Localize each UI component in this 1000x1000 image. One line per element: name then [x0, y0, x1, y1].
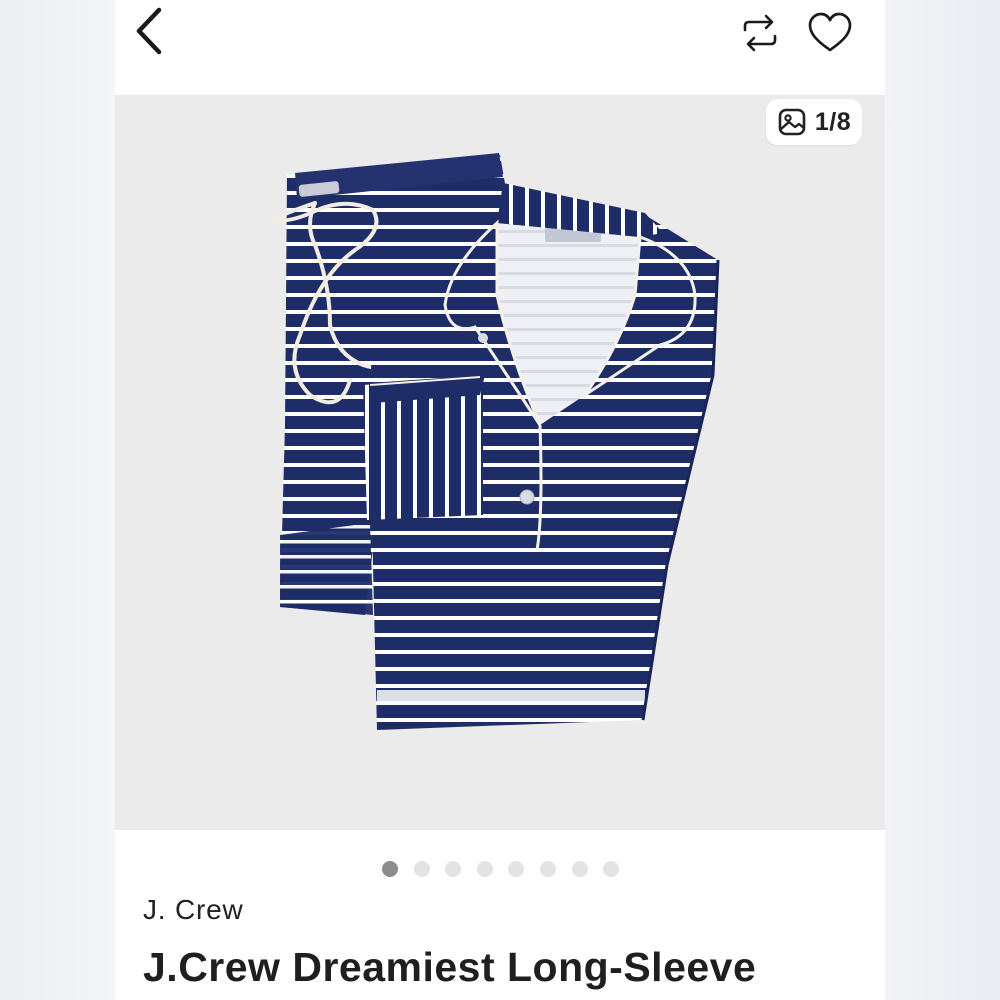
- pagination-dot-5[interactable]: [508, 861, 525, 877]
- heart-icon: [808, 12, 852, 52]
- image-counter-text: 1/8: [814, 107, 852, 136]
- product-gallery[interactable]: 1/8: [115, 95, 885, 830]
- pagination-dot-4[interactable]: [476, 861, 493, 877]
- share-repost-icon: [743, 14, 777, 52]
- like-button[interactable]: [805, 10, 855, 56]
- pagination-dot-8[interactable]: [603, 861, 620, 877]
- brand-link[interactable]: J. Crew: [143, 894, 244, 926]
- app-screen: 1/8 J. Crew J.Crew Dreamiest Long-Sleeve: [0, 0, 1000, 1000]
- product-photo[interactable]: [115, 95, 885, 830]
- pagination-dot-6[interactable]: [539, 861, 556, 877]
- pagination-dot-7[interactable]: [571, 861, 588, 877]
- pagination-dot-2[interactable]: [413, 861, 430, 877]
- image-counter[interactable]: 1/8: [766, 99, 862, 145]
- listing-title: J.Crew Dreamiest Long-Sleeve: [143, 944, 757, 990]
- top-navigation-bar: [115, 0, 885, 95]
- share-button[interactable]: [737, 10, 783, 56]
- image-icon: [778, 108, 806, 136]
- pagination-dot-3[interactable]: [445, 861, 462, 877]
- listing-page: 1/8 J. Crew J.Crew Dreamiest Long-Sleeve: [115, 0, 885, 1000]
- pagination-dot-1[interactable]: [382, 861, 398, 877]
- back-button[interactable]: [127, 4, 175, 56]
- gallery-pagination-dots: [382, 861, 620, 877]
- chevron-left-icon: [136, 7, 162, 55]
